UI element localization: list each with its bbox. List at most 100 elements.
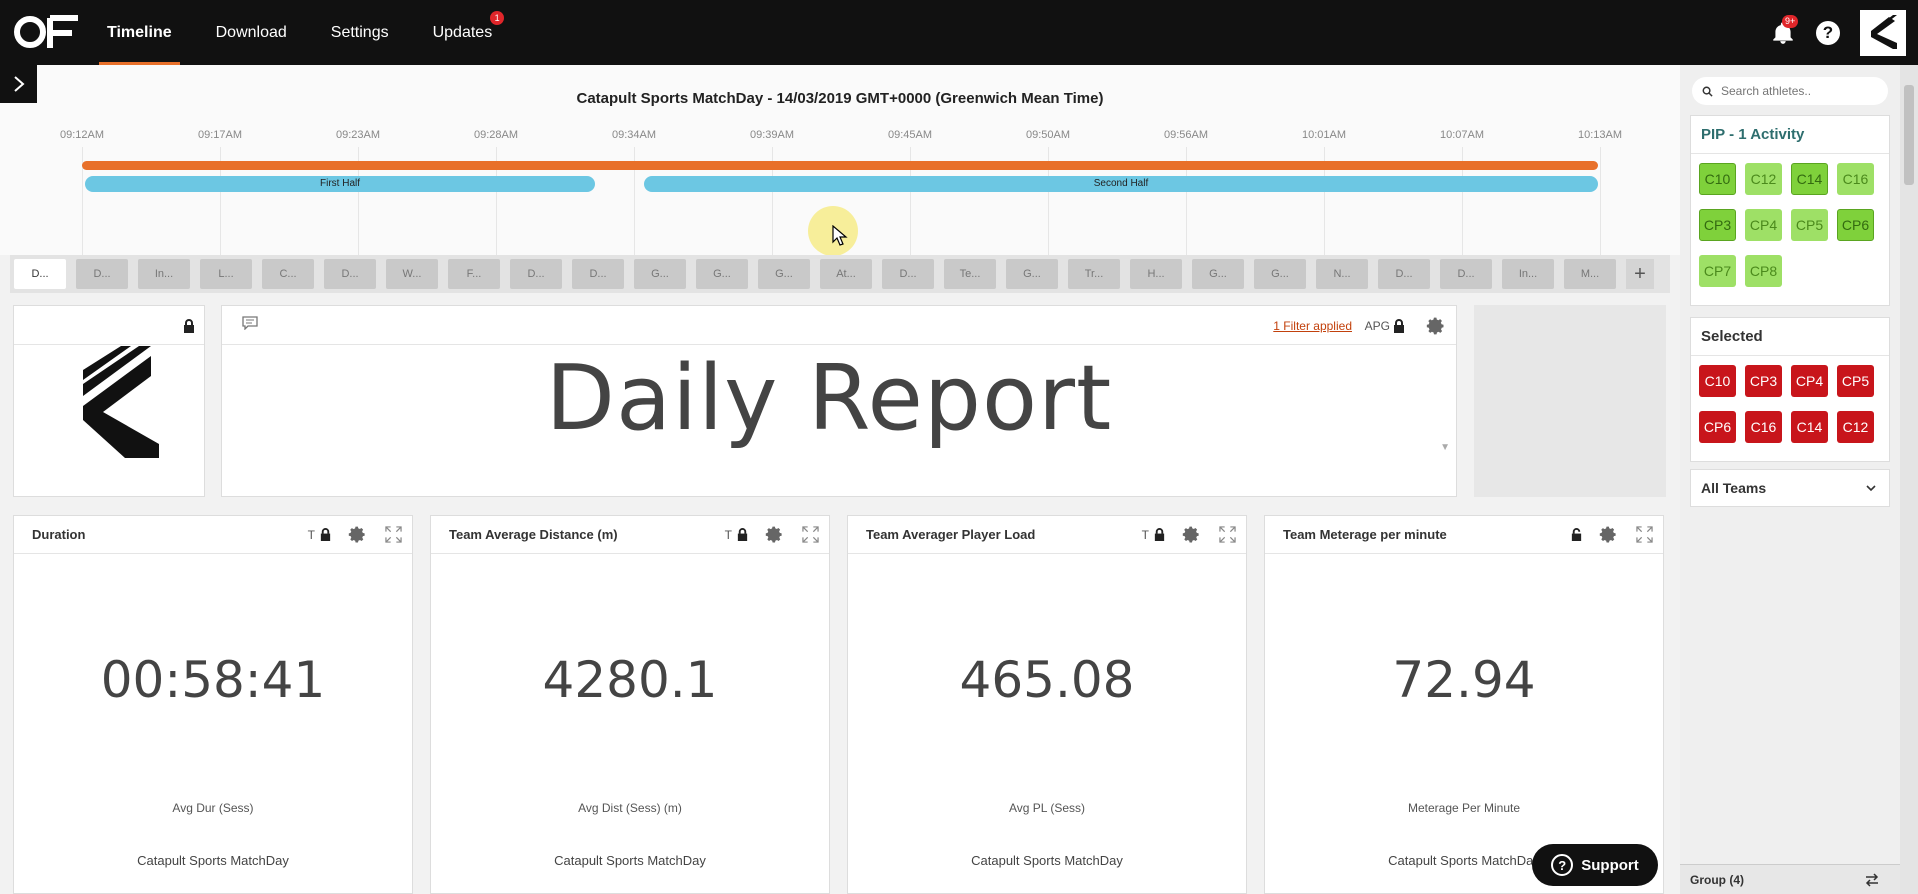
dashboard-tab[interactable]: H... <box>1130 259 1182 289</box>
athlete-search[interactable] <box>1692 77 1888 105</box>
gear-icon[interactable] <box>765 525 784 544</box>
kpi-card-header: Team Meterage per minute <box>1265 516 1663 554</box>
dashboard-tab[interactable]: D... <box>1378 259 1430 289</box>
dashboard-tab[interactable]: G... <box>1254 259 1306 289</box>
notifications-button[interactable]: 9+ <box>1770 14 1799 46</box>
pip-athlete-chip[interactable]: CP4 <box>1745 209 1782 241</box>
dashboard-tab[interactable]: In... <box>138 259 190 289</box>
period-first-half[interactable]: First Half <box>85 176 595 192</box>
search-input[interactable] <box>1721 84 1881 98</box>
expand-icon[interactable] <box>1636 526 1653 543</box>
kpi-card-t-label: T <box>1141 527 1149 542</box>
timeline-title: Catapult Sports MatchDay - 14/03/2019 GM… <box>576 90 1104 107</box>
group-bar[interactable]: Group (4) <box>1680 864 1900 894</box>
gear-icon[interactable] <box>1599 525 1618 544</box>
dashboard-tab[interactable]: G... <box>1192 259 1244 289</box>
expand-icon[interactable] <box>802 526 819 543</box>
nav-download[interactable]: Download <box>194 0 309 65</box>
nav-timeline[interactable]: Timeline <box>85 0 194 65</box>
dashboard-tab[interactable]: M... <box>1564 259 1616 289</box>
main-nav: Timeline Download Settings Updates 1 <box>85 0 514 65</box>
dashboard-tab[interactable]: W... <box>386 259 438 289</box>
pip-athlete-chip[interactable]: C12 <box>1745 163 1782 195</box>
filter-applied-link[interactable]: 1 Filter applied <box>1273 319 1352 333</box>
dashboard-tab[interactable]: D... <box>1440 259 1492 289</box>
dashboard-tab[interactable]: D... <box>572 259 624 289</box>
selected-athlete-chip[interactable]: CP5 <box>1837 365 1874 397</box>
expand-icon[interactable] <box>385 526 402 543</box>
selected-athlete-chip[interactable]: C12 <box>1837 411 1874 443</box>
selected-athlete-chip[interactable]: C14 <box>1791 411 1828 443</box>
timeline-tick-label: 09:56AM <box>1163 129 1209 141</box>
lock-icon[interactable] <box>182 318 196 334</box>
dashboard-tab[interactable]: G... <box>1006 259 1058 289</box>
dashboard-tab[interactable]: At... <box>820 259 872 289</box>
pip-athlete-chip[interactable]: C10 <box>1699 163 1736 195</box>
dashboard-tab[interactable]: D... <box>324 259 376 289</box>
support-button[interactable]: ? Support <box>1532 844 1658 886</box>
dashboard-tab[interactable]: In... <box>1502 259 1554 289</box>
add-tab-button[interactable]: + <box>1626 259 1654 289</box>
swap-icon[interactable] <box>1864 873 1880 887</box>
lock-icon[interactable] <box>1392 318 1406 334</box>
dashboard-tab[interactable]: G... <box>758 259 810 289</box>
pip-athlete-chip[interactable]: CP8 <box>1745 255 1782 287</box>
sidebar-scrollbar[interactable] <box>1900 65 1918 894</box>
pip-athlete-chip[interactable]: CP7 <box>1699 255 1736 287</box>
top-nav-bar: Timeline Download Settings Updates 1 9+ ? <box>0 0 1918 65</box>
teams-dropdown[interactable]: All Teams <box>1690 469 1890 507</box>
lock-icon[interactable] <box>736 527 749 542</box>
pip-athlete-chip[interactable]: C16 <box>1837 163 1874 195</box>
dashboard-tab[interactable]: D... <box>76 259 128 289</box>
activity-bar[interactable] <box>82 161 1598 170</box>
search-icon <box>1702 86 1713 97</box>
help-icon: ? <box>1822 22 1834 42</box>
dashboard-tab[interactable]: G... <box>634 259 686 289</box>
unlock-icon[interactable] <box>1570 527 1583 542</box>
report-title: Daily Report <box>545 346 1113 451</box>
dashboard-tab[interactable]: Te... <box>944 259 996 289</box>
app-logo[interactable] <box>12 14 80 50</box>
kpi-card-title: Team Average Distance (m) <box>449 527 618 542</box>
selected-athlete-chip[interactable]: CP6 <box>1699 411 1736 443</box>
user-avatar[interactable] <box>1860 9 1906 56</box>
selected-athlete-chip[interactable]: C16 <box>1745 411 1782 443</box>
kpi-card-title: Duration <box>32 527 86 542</box>
pip-athlete-chip[interactable]: CP6 <box>1837 209 1874 241</box>
dashboard-tab[interactable]: Tr... <box>1068 259 1120 289</box>
timeline-tick-label: 09:12AM <box>59 129 105 141</box>
selected-athlete-chip[interactable]: CP4 <box>1791 365 1828 397</box>
dashboard-tab[interactable]: N... <box>1316 259 1368 289</box>
gear-icon[interactable] <box>1182 525 1201 544</box>
timeline-tick-label: 09:17AM <box>197 129 243 141</box>
nav-settings[interactable]: Settings <box>309 0 411 65</box>
pip-athlete-chip[interactable]: CP5 <box>1791 209 1828 241</box>
dashboard-tab[interactable]: G... <box>696 259 748 289</box>
gear-icon[interactable] <box>1426 316 1446 336</box>
lock-icon[interactable] <box>1153 527 1166 542</box>
scroll-down-icon[interactable]: ▼ <box>1440 442 1450 453</box>
scrollbar-thumb[interactable] <box>1904 85 1914 185</box>
mouse-pointer-icon <box>832 225 848 246</box>
pip-athlete-chip[interactable]: CP3 <box>1699 209 1736 241</box>
gear-icon[interactable] <box>348 525 367 544</box>
nav-updates[interactable]: Updates 1 <box>411 0 515 65</box>
pip-athlete-chip[interactable]: C14 <box>1791 163 1828 195</box>
period-second-half[interactable]: Second Half <box>644 176 1598 192</box>
lock-icon[interactable] <box>319 527 332 542</box>
dashboard-tab[interactable]: D... <box>882 259 934 289</box>
dashboard-tab[interactable]: D... <box>510 259 562 289</box>
expand-icon[interactable] <box>1219 526 1236 543</box>
dashboard-tab[interactable]: F... <box>448 259 500 289</box>
selected-athlete-chip[interactable]: CP3 <box>1745 365 1782 397</box>
selected-athlete-chip[interactable]: C10 <box>1699 365 1736 397</box>
dashboard-tab[interactable]: C... <box>262 259 314 289</box>
help-button[interactable]: ? <box>1816 20 1840 45</box>
dashboard-tab[interactable]: D... <box>14 259 66 289</box>
comment-icon[interactable] <box>242 316 258 330</box>
dashboard-tab[interactable]: L... <box>200 259 252 289</box>
selected-chips: C10 CP3 CP4 CP5 CP6 C16 C14 C12 <box>1691 356 1889 461</box>
dashboard-tabs: D... D... In... L... C... D... W... F... D... D..… <box>10 255 1670 293</box>
kpi-source-label: Catapult Sports MatchDay <box>971 853 1123 868</box>
logo-widget <box>13 305 205 497</box>
